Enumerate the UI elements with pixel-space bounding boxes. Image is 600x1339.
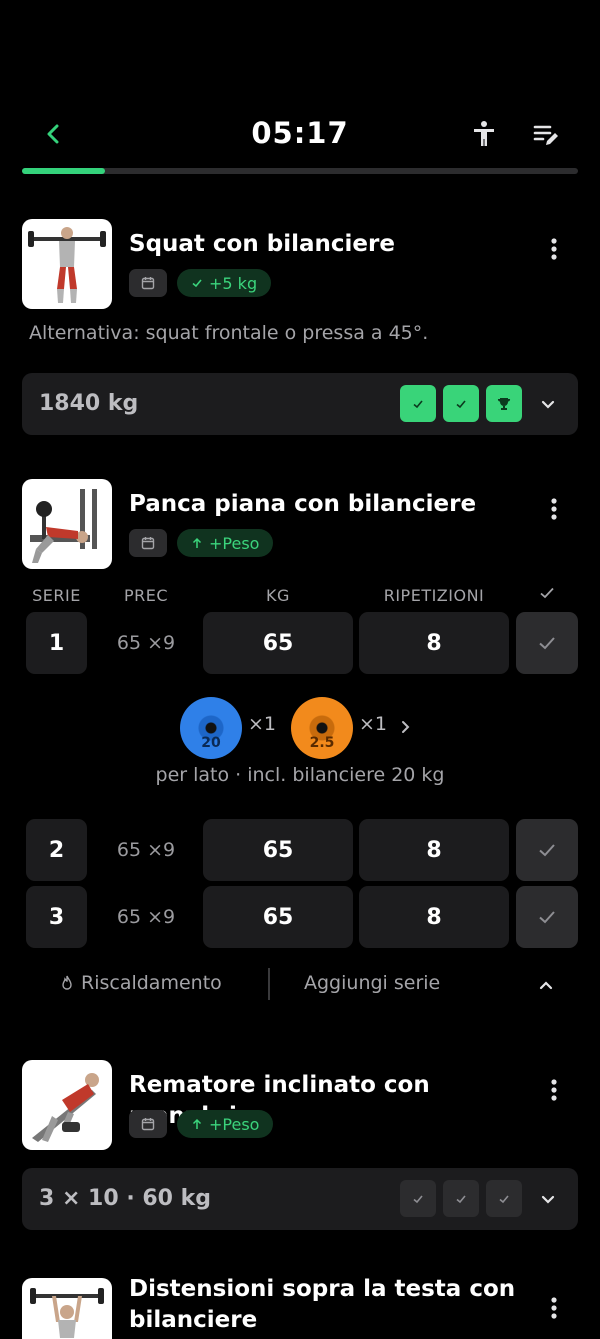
exercise-thumbnail	[22, 219, 112, 309]
calendar-icon[interactable]	[129, 529, 167, 557]
set-row: 1 65 ×9 65 8	[26, 612, 578, 674]
check-icon	[413, 1194, 423, 1203]
exercise-summary-row[interactable]: 3 × 10 · 60 kg	[22, 1168, 578, 1230]
set-number[interactable]: 3	[26, 886, 87, 948]
set-record-chip	[486, 385, 522, 422]
plate-calculator[interactable]: 20 ×1 2.5 ×1	[0, 697, 600, 759]
set-previous[interactable]: 65 ×9	[96, 819, 196, 881]
exercise-card-bench[interactable]: Panca piana con bilanciere +Peso	[22, 479, 578, 571]
exercise-title: Distensioni sopra la testa con bilancier…	[129, 1276, 516, 1333]
check-icon	[499, 1194, 509, 1203]
trophy-icon	[497, 397, 511, 410]
more-options-icon[interactable]	[550, 1076, 558, 1104]
set-previous[interactable]: 65 ×9	[96, 886, 196, 948]
plate-icon: 2.5	[291, 697, 353, 759]
check-icon	[456, 1194, 466, 1203]
progression-label: +Peso	[209, 533, 260, 553]
set-pending-chip	[400, 1180, 436, 1217]
chevron-up-icon[interactable]	[536, 975, 556, 995]
plate-weight: 20	[201, 735, 221, 751]
progression-badge: +5 kg	[177, 269, 272, 297]
check-icon	[456, 399, 466, 408]
chevron-right-icon[interactable]	[398, 717, 414, 737]
column-header-kg: KG	[266, 586, 290, 605]
set-done-chip	[400, 385, 436, 422]
exercise-title: Panca piana con bilanciere	[129, 491, 477, 517]
check-icon	[539, 911, 555, 924]
calendar-icon[interactable]	[129, 269, 167, 297]
exercise-thumbnail	[22, 1060, 112, 1150]
check-icon	[413, 399, 423, 408]
progression-label: +5 kg	[209, 273, 258, 293]
workout-progress-fill	[22, 168, 106, 174]
set-number[interactable]: 2	[26, 819, 87, 881]
exercise-card-row[interactable]: Rematore inclinato con manubri +Peso	[22, 1060, 578, 1152]
set-done-chip	[443, 385, 479, 422]
progression-label: +Peso	[209, 1114, 260, 1134]
arrow-up-icon	[192, 537, 202, 548]
flame-icon	[62, 975, 72, 990]
workout-header: 05:17	[0, 110, 600, 160]
warmup-button[interactable]: Riscaldamento	[59, 972, 222, 994]
exercise-card-press[interactable]: Distensioni sopra la testa con bilancier…	[22, 1276, 578, 1339]
exercise-card-squat[interactable]: Squat con bilanciere +5 kg	[22, 219, 578, 311]
exercise-thumbnail	[22, 1278, 112, 1339]
plate-icon: 20	[180, 697, 242, 759]
chevron-down-icon[interactable]	[538, 1189, 558, 1209]
plate-count: ×1	[248, 713, 277, 735]
set-row: 3 65 ×9 65 8	[26, 886, 578, 948]
exercise-summary-squat[interactable]: 1840 kg	[22, 373, 578, 435]
add-set-button[interactable]: Aggiungi serie	[304, 972, 440, 994]
check-icon	[192, 279, 202, 288]
set-reps-input[interactable]: 8	[359, 886, 509, 948]
more-options-icon[interactable]	[550, 1294, 558, 1322]
check-column-icon	[516, 584, 578, 606]
set-weight-input[interactable]: 65	[203, 819, 353, 881]
set-complete-button[interactable]	[516, 886, 578, 948]
arrow-up-icon	[192, 1118, 202, 1129]
warmup-label: Riscaldamento	[81, 972, 222, 994]
summary-volume: 3 × 10 · 60 kg	[39, 1186, 212, 1211]
workout-timer: 05:17	[251, 116, 349, 150]
column-header-reps: RIPETIZIONI	[383, 586, 485, 605]
exercise-title: Squat con bilanciere	[129, 231, 395, 257]
set-reps-input[interactable]: 8	[359, 612, 509, 674]
chevron-down-icon[interactable]	[538, 394, 558, 414]
set-number[interactable]: 1	[26, 612, 87, 674]
progression-badge: +Peso	[177, 1110, 274, 1138]
body-icon[interactable]	[468, 118, 500, 150]
workout-progress-bar	[22, 168, 578, 174]
set-pending-chip	[443, 1180, 479, 1217]
divider	[268, 968, 270, 1000]
set-actions: Riscaldamento Aggiungi serie	[0, 966, 600, 1004]
column-header-prev: PREC	[123, 586, 169, 605]
set-weight-input[interactable]: 65	[203, 612, 353, 674]
plate-count: ×1	[359, 713, 388, 735]
more-options-icon[interactable]	[550, 495, 558, 523]
check-icon	[539, 844, 555, 857]
progression-badge: +Peso	[177, 529, 274, 557]
exercise-thumbnail	[22, 479, 112, 569]
plates-note: per lato · incl. bilanciere 20 kg	[155, 764, 445, 786]
column-header-set: SERIE	[32, 586, 81, 605]
set-row: 2 65 ×9 65 8	[26, 819, 578, 881]
set-reps-input[interactable]: 8	[359, 819, 509, 881]
plate-weight: 2.5	[309, 735, 335, 751]
exercise-note: Alternativa: squat frontale o pressa a 4…	[29, 322, 429, 344]
more-options-icon[interactable]	[550, 235, 558, 263]
edit-list-icon[interactable]	[530, 118, 562, 150]
calendar-icon[interactable]	[129, 1110, 167, 1138]
summary-volume: 1840 kg	[39, 391, 139, 416]
set-complete-button[interactable]	[516, 612, 578, 674]
set-complete-button[interactable]	[516, 819, 578, 881]
set-weight-input[interactable]: 65	[203, 886, 353, 948]
set-pending-chip	[486, 1180, 522, 1217]
check-icon	[539, 637, 555, 650]
set-previous[interactable]: 65 ×9	[96, 612, 196, 674]
